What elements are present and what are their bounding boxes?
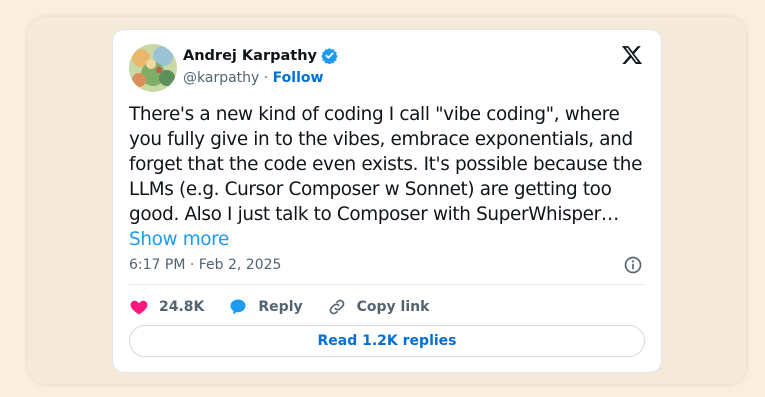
copy-link-button[interactable]: Copy link bbox=[327, 297, 430, 317]
x-logo-icon[interactable] bbox=[621, 44, 643, 66]
author-name-row[interactable]: Andrej Karpathy bbox=[183, 47, 338, 64]
handle-separator: · bbox=[259, 70, 273, 86]
verified-badge-icon bbox=[321, 48, 338, 64]
handle-row: @karpathy · Follow bbox=[183, 70, 323, 86]
author-name[interactable]: Andrej Karpathy bbox=[183, 48, 317, 64]
follow-button[interactable]: Follow bbox=[273, 70, 324, 86]
heart-icon bbox=[130, 300, 148, 315]
tweet-card: Andrej Karpathy @karpathy · Follow There… bbox=[112, 29, 662, 373]
link-icon bbox=[329, 299, 344, 315]
read-replies-label: Read 1.2K replies bbox=[317, 333, 457, 349]
reply-label: Reply bbox=[258, 299, 303, 315]
info-icon[interactable] bbox=[623, 255, 643, 275]
show-more-link[interactable]: Show more bbox=[129, 229, 229, 250]
author-handle[interactable]: @karpathy bbox=[183, 70, 259, 86]
reply-button[interactable]: Reply bbox=[228, 297, 303, 317]
divider bbox=[129, 284, 645, 285]
tweet-text: There's a new kind of coding I call "vib… bbox=[129, 102, 649, 252]
read-replies-button[interactable]: Read 1.2K replies bbox=[129, 325, 645, 357]
like-count: 24.8K bbox=[159, 299, 205, 315]
speech-bubble-icon bbox=[230, 299, 246, 315]
action-bar: 24.8K Reply Copy link bbox=[129, 295, 453, 319]
copy-link-label: Copy link bbox=[356, 299, 430, 315]
like-button[interactable]: 24.8K bbox=[129, 297, 204, 317]
author-avatar[interactable] bbox=[129, 44, 177, 92]
tweet-timestamp[interactable]: 6:17 PM · Feb 2, 2025 bbox=[129, 257, 281, 273]
tweet-body: There's a new kind of coding I call "vib… bbox=[129, 104, 648, 225]
